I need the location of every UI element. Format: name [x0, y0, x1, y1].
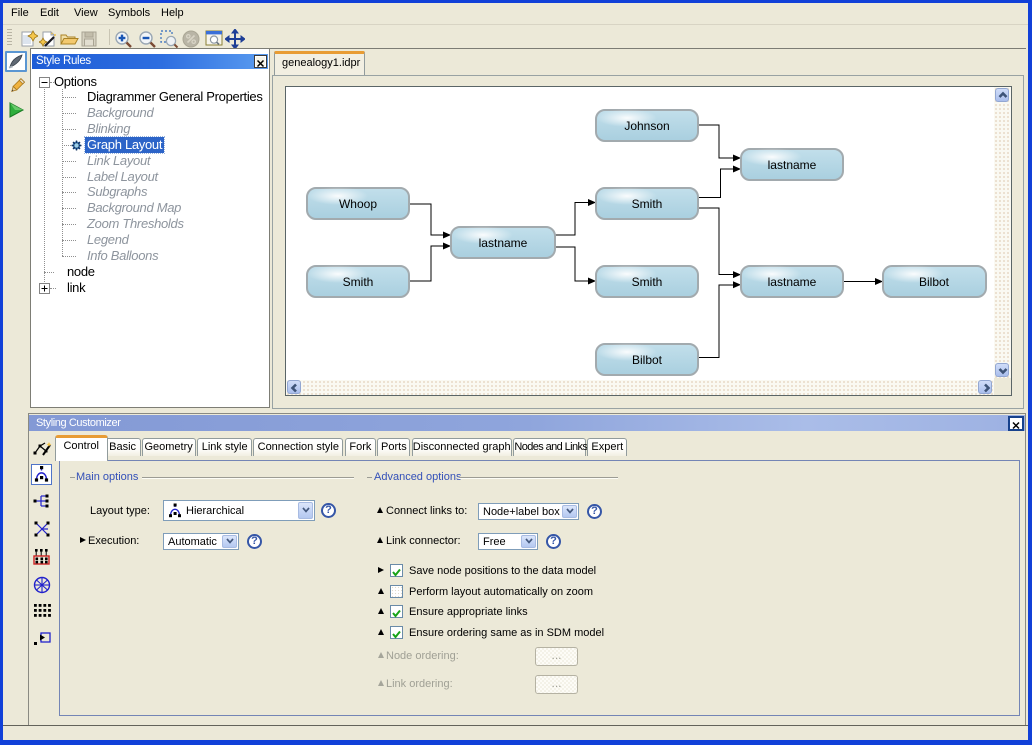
svg-text:lastname: lastname: [479, 236, 528, 250]
svg-text:Smith: Smith: [632, 197, 663, 211]
svg-text:Smith: Smith: [632, 275, 663, 289]
svg-text:Whoop: Whoop: [339, 197, 377, 211]
svg-text:Bilbot: Bilbot: [919, 275, 950, 289]
svg-text:lastname: lastname: [768, 275, 817, 289]
svg-text:Johnson: Johnson: [624, 119, 669, 133]
svg-text:Bilbot: Bilbot: [632, 353, 663, 367]
svg-text:Smith: Smith: [343, 275, 374, 289]
svg-text:lastname: lastname: [768, 158, 817, 172]
